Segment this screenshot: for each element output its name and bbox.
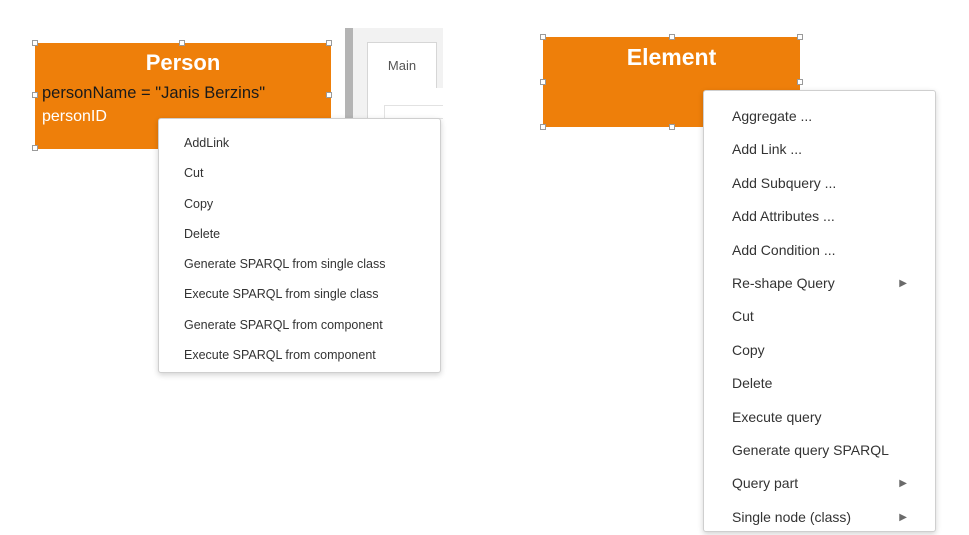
attribute-person-id[interactable]: personID (42, 108, 107, 126)
triangle-right-icon: ▶ (899, 478, 907, 490)
menu-item-add-subquery[interactable]: Add Subquery ... (704, 167, 935, 200)
menu-item-generate-sparql-single-class[interactable]: Generate SPARQL from single class (159, 249, 440, 279)
diagram-canvas[interactable]: Main Person personName = "Janis Berzins"… (0, 0, 969, 535)
resize-handle-top-right[interactable] (797, 34, 803, 40)
menu-item-add-link[interactable]: Add Link ... (704, 133, 935, 166)
resize-handle-top-center[interactable] (669, 34, 675, 40)
menu-item-execute-sparql-component[interactable]: Execute SPARQL from component (159, 340, 440, 370)
resize-handle-middle-left[interactable] (540, 79, 546, 85)
resize-handle-bottom-left[interactable] (32, 145, 38, 151)
menu-item-add-condition[interactable]: Add Condition ... (704, 234, 935, 267)
menu-item-label: Add Attributes ... (732, 208, 835, 225)
menu-item-delete[interactable]: Delete (704, 367, 935, 400)
menu-item-copy[interactable]: Copy (159, 189, 440, 219)
menu-item-label: Delete (732, 375, 773, 392)
menu-item-single-node-class[interactable]: Single node (class) ▶ (704, 501, 935, 534)
resize-handle-bottom-center[interactable] (669, 124, 675, 130)
resize-handle-middle-left[interactable] (32, 92, 38, 98)
side-panel-field[interactable] (384, 105, 443, 119)
menu-item-label: Generate query SPARQL (732, 441, 889, 458)
menu-item-aggregate[interactable]: Aggregate ... (704, 100, 935, 133)
menu-item-label: Add Link ... (732, 141, 803, 158)
menu-item-cut[interactable]: Cut (704, 300, 935, 333)
class-title: Person (145, 50, 221, 75)
resize-handle-top-right[interactable] (326, 40, 332, 46)
menu-item-label: Copy (732, 341, 765, 358)
menu-item-cut[interactable]: Cut (159, 158, 440, 188)
resize-handle-top-left[interactable] (540, 34, 546, 40)
menu-item-execute-query[interactable]: Execute query (704, 401, 935, 434)
resize-handle-middle-right[interactable] (326, 92, 332, 98)
menu-item-label: Re-shape Query (732, 274, 835, 291)
tab-main[interactable]: Main (367, 42, 437, 88)
menu-item-label: Add Subquery ... (732, 174, 837, 191)
menu-item-label: Aggregate ... (732, 108, 813, 124)
menu-item-add-link[interactable]: AddLink (159, 128, 440, 158)
menu-item-label: Execute query (732, 408, 822, 425)
triangle-right-icon: ▶ (899, 511, 907, 523)
menu-item-query-part[interactable]: Query part ▶ (704, 467, 935, 500)
menu-item-reshape-query[interactable]: Re-shape Query ▶ (704, 267, 935, 300)
class-title: Element (626, 44, 717, 70)
context-menu-element: Aggregate ... Add Link ... Add Subquery … (703, 90, 936, 532)
menu-item-generate-sparql-component[interactable]: Generate SPARQL from component (159, 310, 440, 340)
menu-item-label: Cut (732, 308, 754, 325)
resize-handle-bottom-left[interactable] (540, 124, 546, 130)
menu-item-label: Add Condition ... (732, 241, 836, 258)
menu-item-delete[interactable]: Delete (159, 219, 440, 249)
menu-item-generate-query-sparql[interactable]: Generate query SPARQL (704, 434, 935, 467)
menu-item-label: Single node (class) (732, 508, 852, 525)
attribute-person-name[interactable]: personName = "Janis Berzins" (42, 84, 265, 103)
resize-handle-middle-right[interactable] (797, 79, 803, 85)
context-menu-person: AddLink Cut Copy Delete Generate SPARQL … (158, 118, 441, 373)
menu-item-copy[interactable]: Copy (704, 334, 935, 367)
resize-handle-top-left[interactable] (32, 40, 38, 46)
resize-handle-top-center[interactable] (179, 40, 185, 46)
menu-item-label: Query part (732, 475, 799, 492)
menu-item-add-attributes[interactable]: Add Attributes ... (704, 200, 935, 233)
triangle-right-icon: ▶ (899, 277, 907, 289)
menu-item-execute-sparql-single-class[interactable]: Execute SPARQL from single class (159, 279, 440, 309)
